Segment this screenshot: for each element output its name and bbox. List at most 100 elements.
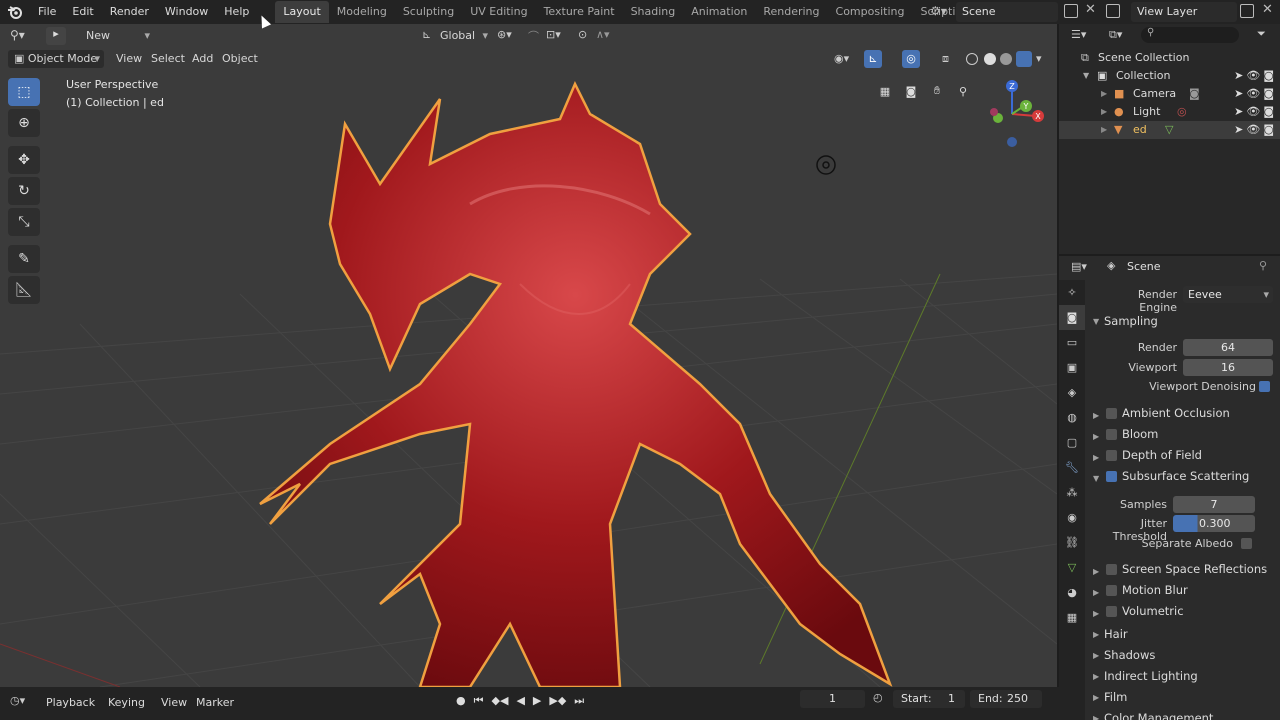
hair-title[interactable]: Hair [1104,627,1128,641]
output-tab-icon[interactable]: ▭ [1059,330,1085,355]
jitter-threshold-slider[interactable]: 0.300 [1173,515,1255,532]
tab-uv-editing[interactable]: UV Editing [462,1,535,23]
jump-end-icon[interactable]: ⏭ [574,694,584,708]
eye-icon[interactable]: 👁︎ [1246,121,1260,139]
move-tool-icon[interactable]: ✥ [8,146,40,174]
jump-start-icon[interactable]: ⏮ [474,694,484,708]
editor-type-icon[interactable]: ⚲▾ [10,28,25,42]
new-scene-icon[interactable] [1064,4,1078,18]
motion-blur-title[interactable]: Motion Blur [1122,583,1188,597]
delete-view-layer-icon[interactable]: ✕ [1262,2,1273,17]
hair-expand-icon[interactable]: ▶ [1093,630,1099,639]
tool-tab-icon[interactable]: ✧ [1059,280,1085,305]
object-tab-icon[interactable]: ▢ [1059,430,1085,455]
render-tab-icon[interactable]: ◙ [1059,305,1085,330]
eye-icon[interactable]: 👁︎ [1246,85,1260,103]
delete-scene-icon[interactable]: ✕ [1085,2,1096,17]
outliner-editor-icon[interactable]: ☰▾ [1071,28,1086,41]
bloom-title[interactable]: Bloom [1122,427,1158,441]
prev-keyframe-icon[interactable]: ◆◀ [492,694,509,708]
gizmo-toggle-icon[interactable]: ⊾ [864,50,882,68]
expand-arrow-icon[interactable]: ▼ [1083,67,1089,85]
gizmo-neg-x[interactable] [990,108,998,116]
select-arrow-icon[interactable]: ➤ [1234,85,1243,103]
sampling-expand-icon[interactable]: ▼ [1093,317,1099,326]
next-keyframe-icon[interactable]: ▶◆ [549,694,566,708]
material-tab-icon[interactable]: ◕ [1059,580,1085,605]
bloom-expand-icon[interactable]: ▶ [1093,432,1099,441]
menu-help[interactable]: Help [216,0,257,24]
record-icon[interactable]: ● [456,694,466,708]
wireframe-shading-icon[interactable] [966,53,978,65]
eye-icon[interactable]: 👁︎ [1246,67,1260,85]
auto-keying-icon[interactable]: ◴ [873,691,883,704]
view-layer-tab-icon[interactable]: ▣ [1059,355,1085,380]
ssr-title[interactable]: Screen Space Reflections [1122,562,1267,576]
current-frame-field[interactable]: 1 [800,690,865,708]
modifier-tab-icon[interactable]: 🔧︎ [1059,455,1085,480]
ambient-occlusion-title[interactable]: Ambient Occlusion [1122,406,1230,420]
volumetric-title[interactable]: Volumetric [1122,604,1184,618]
menu-view[interactable]: View [110,50,148,68]
camera-view-icon[interactable]: ◙ [900,80,922,102]
texture-tab-icon[interactable]: ▦ [1059,605,1085,630]
select-box-tool-icon[interactable]: ⬚ [8,78,40,106]
camera-render-icon[interactable]: ◙ [1263,85,1274,103]
proportional-edit-icon[interactable]: ⊙ [578,28,587,41]
render-samples-field[interactable]: 64 [1183,339,1273,356]
play-icon[interactable]: ▶ [533,694,541,708]
constraints-tab-icon[interactable]: ⛓︎ [1059,530,1085,555]
viewport-samples-field[interactable]: 16 [1183,359,1273,376]
outliner-display-icon[interactable]: ⧉▾ [1109,28,1122,42]
ssr-checkbox[interactable] [1106,564,1117,575]
overlay-toggle-icon[interactable]: ◎ [902,50,920,68]
physics-tab-icon[interactable]: ◉ [1059,505,1085,530]
film-title[interactable]: Film [1104,690,1127,704]
sss-samples-field[interactable]: 7 [1173,496,1255,513]
annotate-tool-icon[interactable]: ✎ [8,245,40,273]
visibility-icon[interactable]: ◉▾ [834,52,849,65]
expand-arrow-icon[interactable]: ▶ [1101,121,1107,139]
bloom-checkbox[interactable] [1106,429,1117,440]
start-frame-field[interactable]: Start: 1 [893,690,965,708]
outliner-item-camera[interactable]: ▶ ■ Camera ◙ ➤ 👁︎ ◙ [1059,85,1280,103]
material-shading-icon[interactable] [1000,53,1012,65]
render-engine-dropdown[interactable]: Eevee ▾ [1183,286,1273,303]
eye-icon[interactable]: 👁︎ [1246,103,1260,121]
motion-blur-expand-icon[interactable]: ▶ [1093,588,1099,597]
cursor-tool-icon[interactable]: ⊕ [8,109,40,137]
pivot-point-icon[interactable]: ⊛▾ [497,28,512,41]
shadows-title[interactable]: Shadows [1104,648,1155,662]
transform-orientation-dropdown[interactable]: Global ▾ [434,27,490,45]
properties-editor-icon[interactable]: ▤▾ [1071,260,1087,273]
camera-render-icon[interactable]: ◙ [1263,67,1274,85]
tab-compositing[interactable]: Compositing [828,1,913,23]
film-expand-icon[interactable]: ▶ [1093,693,1099,702]
shadows-expand-icon[interactable]: ▶ [1093,651,1099,660]
menu-edit[interactable]: Edit [64,0,101,24]
view-layer-icon[interactable] [1106,4,1120,18]
expand-arrow-icon[interactable]: ▶ [1101,103,1107,121]
tab-animation[interactable]: Animation [683,1,755,23]
grid-view-icon[interactable]: ▦ [874,80,896,102]
outliner-collection[interactable]: ▼ ▣ Collection ➤ 👁︎ ◙ [1059,67,1280,85]
snap-target-icon[interactable]: ⊡▾ [546,28,561,41]
scene-selector-icon[interactable]: ⚙▾ [930,4,947,18]
outliner-item-ed[interactable]: ▶ ▼ ed ▽ ➤ 👁︎ ◙ [1059,121,1280,139]
world-tab-icon[interactable]: ◍ [1059,405,1085,430]
select-arrow-icon[interactable]: ➤ [1234,121,1243,139]
falloff-icon[interactable]: ∧▾ [596,28,610,41]
scale-tool-icon[interactable]: ⤡ [8,208,40,236]
camera-render-icon[interactable]: ◙ [1263,103,1274,121]
tab-shading[interactable]: Shading [623,1,684,23]
sss-expand-icon[interactable]: ▼ [1093,474,1099,483]
view-layer-field[interactable]: View Layer [1131,2,1237,22]
pin-icon[interactable]: ⚲ [1259,259,1267,272]
rotate-tool-icon[interactable]: ↻ [8,177,40,205]
particles-tab-icon[interactable]: ⁂ [1059,480,1085,505]
volumetric-checkbox[interactable] [1106,606,1117,617]
zoom-icon[interactable]: ⚲ [952,80,974,102]
menu-render[interactable]: Render [102,0,157,24]
ssr-expand-icon[interactable]: ▶ [1093,567,1099,576]
sss-checkbox[interactable] [1106,471,1117,482]
